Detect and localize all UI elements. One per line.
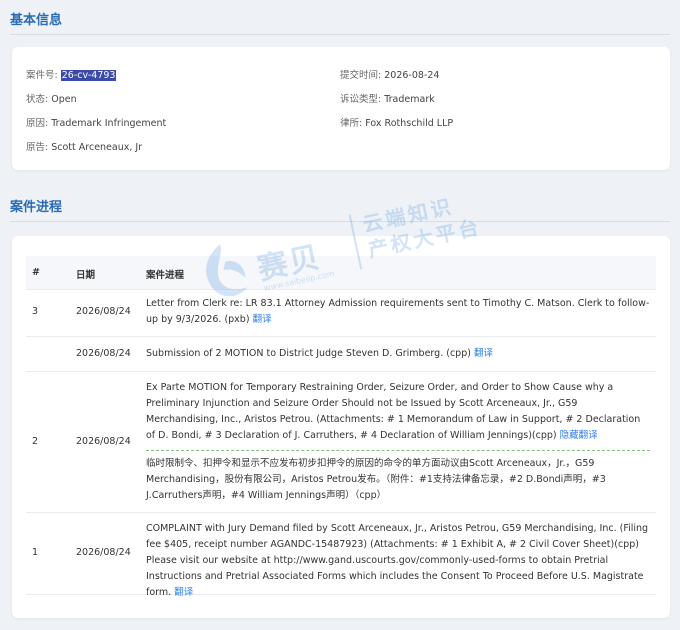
filed-date-label: 提交时间: <box>340 70 382 81</box>
cause-value: Trademark Infringement <box>51 118 167 129</box>
table-row: 2026/08/24 Submission of 2 MOTION to Dis… <box>26 337 656 372</box>
translate-link[interactable]: 翻译 <box>474 348 493 359</box>
watermark-slogan-line1: 云端知识 <box>360 194 456 237</box>
row-num: 2 <box>32 436 39 447</box>
row-desc: Submission of 2 MOTION to District Judge… <box>146 346 650 362</box>
plaintiff-row: 原告: Scott Arceneaux, Jr <box>26 139 142 153</box>
row-desc-text: Submission of 2 MOTION to District Judge… <box>146 348 471 359</box>
translation-divider <box>146 450 650 451</box>
cause-row: 原因: Trademark Infringement <box>26 115 166 129</box>
progress-title: 案件进程 <box>10 200 63 215</box>
lawyer-value: Fox Rothschild LLP <box>365 118 454 129</box>
lawyer-label: 律所: <box>340 118 363 129</box>
row-date: 2026/08/24 <box>76 547 131 558</box>
plaintiff-label: 原告: <box>26 142 49 153</box>
case-number-row: 案件号: 26-cv-4793 <box>26 67 117 81</box>
filed-date-row: 提交时间: 2026-08-24 <box>340 67 439 81</box>
row-desc: COMPLAINT with Jury Demand filed by Scot… <box>146 521 650 601</box>
suit-type-label: 诉讼类型: <box>340 94 382 105</box>
progress-table-header: # 日期 案件进程 <box>26 256 656 290</box>
translate-link[interactable]: 翻译 <box>174 587 193 598</box>
cause-label: 原因: <box>26 118 49 129</box>
case-number-label: 案件号: <box>26 70 58 81</box>
suit-type-value: Trademark <box>384 94 435 105</box>
table-row: 2 2026/08/24 Ex Parte MOTION for Tempora… <box>26 372 656 513</box>
status-value: Open <box>51 94 77 105</box>
row-num: 1 <box>32 547 39 558</box>
row-num: 3 <box>32 306 39 317</box>
row-date: 2026/08/24 <box>76 348 131 359</box>
row-desc: Ex Parte MOTION for Temporary Restrainin… <box>146 380 650 504</box>
row-date: 2026/08/24 <box>76 306 131 317</box>
progress-card: # 日期 案件进程 3 2026/08/24 Letter from Clerk… <box>12 236 670 618</box>
status-row: 状态: Open <box>26 91 77 105</box>
basic-info-title: 基本信息 <box>10 13 63 28</box>
progress-divider <box>10 221 670 222</box>
plaintiff-value: Scott Arceneaux, Jr <box>51 142 143 153</box>
case-number-value[interactable]: 26-cv-4793 <box>60 70 117 81</box>
header-date: 日期 <box>76 270 96 281</box>
header-num: # <box>32 267 40 278</box>
basic-info-divider <box>10 34 670 35</box>
translate-link[interactable]: 翻译 <box>253 314 272 325</box>
header-desc: 案件进程 <box>146 270 185 281</box>
row-desc-text: Letter from Clerk re: LR 83.1 Attorney A… <box>146 298 650 325</box>
hide-translate-link[interactable]: 隐藏翻译 <box>560 430 598 441</box>
row-desc-text: COMPLAINT with Jury Demand filed by Scot… <box>146 523 649 598</box>
lawyer-row: 律所: Fox Rothschild LLP <box>340 115 453 129</box>
basic-info-card: 案件号: 26-cv-4793 提交时间: 2026-08-24 状态: Ope… <box>12 47 670 170</box>
table-row: 1 2026/08/24 COMPLAINT with Jury Demand … <box>26 513 656 598</box>
suit-type-row: 诉讼类型: Trademark <box>340 91 435 105</box>
row-translation-text: 临时限制令、扣押令和显示不应发布初步扣押令的原因的命令的单方面动议由Scott … <box>146 458 606 501</box>
row-desc: Letter from Clerk re: LR 83.1 Attorney A… <box>146 296 650 328</box>
row-date: 2026/08/24 <box>76 436 131 447</box>
table-row: 3 2026/08/24 Letter from Clerk re: LR 83… <box>26 290 656 337</box>
status-label: 状态: <box>26 94 49 105</box>
filed-date-value: 2026-08-24 <box>384 70 440 81</box>
